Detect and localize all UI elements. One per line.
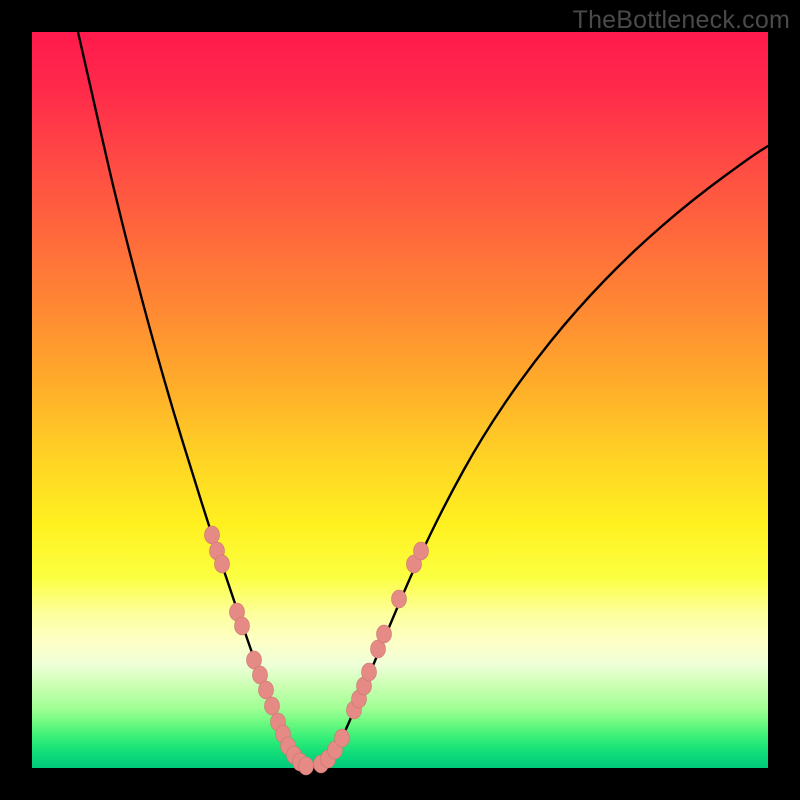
markers-left xyxy=(205,526,314,775)
left-curve xyxy=(78,32,312,767)
watermark-text: TheBottleneck.com xyxy=(573,6,790,35)
data-marker xyxy=(377,625,392,643)
data-marker xyxy=(362,663,377,681)
right-curve xyxy=(312,146,768,767)
chart-svg xyxy=(32,32,768,768)
data-marker xyxy=(335,729,350,747)
data-marker xyxy=(215,555,230,573)
data-marker xyxy=(205,526,220,544)
data-marker xyxy=(235,617,250,635)
data-marker xyxy=(414,542,429,560)
data-marker xyxy=(265,697,280,715)
data-marker xyxy=(299,757,314,775)
plot-area xyxy=(32,32,768,768)
data-marker xyxy=(392,590,407,608)
data-marker xyxy=(259,681,274,699)
chart-frame: TheBottleneck.com xyxy=(0,0,800,800)
